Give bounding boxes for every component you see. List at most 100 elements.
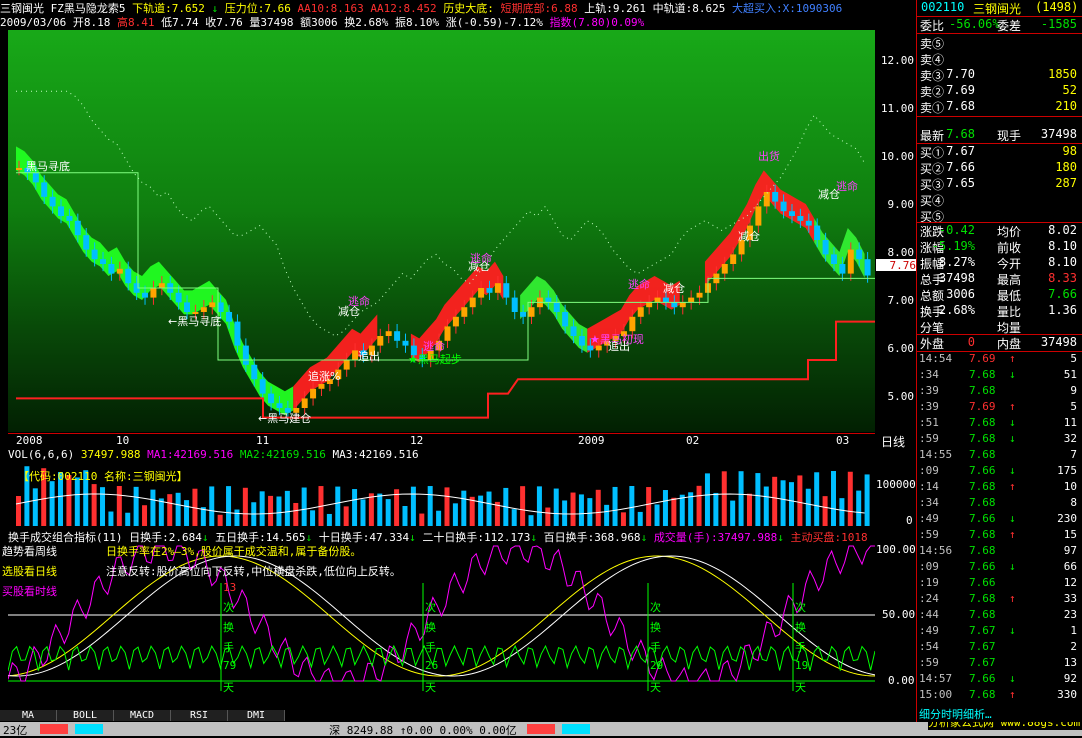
ind-line3: 买股看时线 bbox=[2, 585, 57, 598]
indicator-chart[interactable]: 趋势看周线 选股看日线 买股看时线 日换手率在2%–3%,股价属于成交温和,属于… bbox=[2, 543, 876, 694]
tick-time: :24 bbox=[919, 592, 939, 605]
xianshou-value: 37498 bbox=[1040, 127, 1077, 141]
volume-bar bbox=[234, 509, 240, 526]
cycle-text: 天 bbox=[223, 681, 234, 694]
volume-bar bbox=[578, 494, 584, 526]
ask-label: 卖④ bbox=[920, 53, 945, 67]
price-chart[interactable]: 黑马寻底 ←黑马寻底 ←黑马建仓 减仓 逃命 减仓 逃命 ★黑马起步 追涨% 追出 逃命 减仓 ★黑马初… bbox=[8, 30, 875, 432]
candle-body bbox=[578, 336, 585, 346]
volume-bar bbox=[528, 515, 534, 526]
stat-row: 涨幅 -5.19% 前收 8.10 bbox=[917, 239, 1082, 255]
tick-row: :14 7.68 ↑ 10 bbox=[917, 480, 1082, 496]
candle-body bbox=[66, 216, 73, 221]
tick-price: 7.68 bbox=[969, 544, 996, 557]
candle-body bbox=[788, 211, 795, 216]
tick-time: 14:57 bbox=[919, 672, 953, 685]
turnover-line-green bbox=[7, 644, 876, 672]
cycle-text: 换 bbox=[223, 621, 234, 634]
tick-time: :59 bbox=[919, 432, 939, 445]
chart-annotation: ←黑马寻底 bbox=[168, 314, 221, 328]
volume-bar bbox=[721, 471, 727, 526]
tick-time: 14:56 bbox=[919, 544, 953, 557]
candle-body bbox=[679, 302, 686, 308]
candle-body bbox=[318, 384, 325, 389]
tick-qty: 7 bbox=[1070, 448, 1077, 461]
bid-label: 买② bbox=[920, 162, 945, 176]
tick-price: 7.66 bbox=[969, 672, 996, 685]
info-open: 开8.18 bbox=[72, 16, 111, 29]
cycle-text: 次 bbox=[795, 601, 806, 614]
tick-arrow: ↑ bbox=[1009, 400, 1016, 413]
formula-header: 三钢闽光 FZ黑马隐龙索5 下轨道:7.652 ↓ 压力位:7.66 AA10:… bbox=[0, 0, 915, 15]
tab-dmi[interactable]: DMI bbox=[228, 710, 285, 721]
candle-body bbox=[595, 345, 602, 351]
candle-body bbox=[830, 254, 837, 264]
tab-boll[interactable]: BOLL bbox=[57, 710, 114, 721]
candle-body bbox=[310, 388, 317, 399]
tick-price: 7.66 bbox=[969, 464, 996, 477]
volume-bar bbox=[478, 495, 484, 526]
candle-body bbox=[125, 268, 132, 284]
tab-rsi[interactable]: RSI bbox=[171, 710, 228, 721]
candle-body bbox=[780, 201, 787, 212]
tick-price: 7.68 bbox=[969, 384, 996, 397]
np-label: 内盘 bbox=[997, 337, 1022, 351]
tick-row: :44 7.68 23 bbox=[917, 608, 1082, 624]
tick-price: 7.68 bbox=[969, 496, 996, 509]
candle-body bbox=[671, 302, 678, 308]
period-label[interactable]: 日线 bbox=[881, 433, 905, 450]
tick-row: :39 7.69 ↑ 5 bbox=[917, 400, 1082, 416]
status-left: 23亿 bbox=[3, 724, 28, 737]
tick-price: 7.68 bbox=[969, 480, 996, 493]
info-chg: 涨(-0.59)-7.12% bbox=[445, 16, 543, 29]
status-index: 深 8249.88 ↑0.00 0.00% 0.00亿 bbox=[329, 724, 517, 737]
stat-value: -0.42 bbox=[938, 223, 975, 237]
bid-label: 买③ bbox=[920, 178, 945, 192]
tab-ma[interactable]: MA bbox=[0, 710, 57, 721]
volume-chart[interactable]: 【代码:002110 名称:三钢闽光】 bbox=[8, 462, 875, 526]
wp-value: 0 bbox=[967, 335, 975, 349]
current-price: 7.76 bbox=[889, 259, 917, 272]
tick-time: :19 bbox=[919, 576, 939, 589]
bid-price: 7.66 bbox=[946, 160, 975, 174]
tick-qty: 230 bbox=[1057, 512, 1077, 525]
chart-annotation: 逃命 bbox=[348, 294, 370, 308]
candle-body bbox=[503, 283, 510, 298]
volume-bar bbox=[772, 476, 778, 526]
volume-bar bbox=[805, 488, 811, 526]
tab-macd[interactable]: MACD bbox=[114, 710, 171, 721]
candle-body bbox=[528, 307, 535, 317]
ind-note1: 日换手率在2%–3%,股价属于成交温和,属于备份股。 bbox=[106, 545, 362, 558]
volume-bar bbox=[360, 499, 366, 526]
tick-time: 14:54 bbox=[919, 352, 953, 365]
tick-price: 7.67 bbox=[969, 656, 996, 669]
candle-body bbox=[662, 297, 669, 303]
volume-bar bbox=[452, 503, 458, 526]
volume-bar bbox=[662, 490, 668, 526]
stat-label-2: 量比 bbox=[997, 305, 1022, 319]
bid-row: 买① 7.67 98 bbox=[917, 144, 1082, 160]
tick-arrow: ↑ bbox=[1009, 352, 1016, 365]
quote-footer[interactable]: 细分时明细析… bbox=[919, 706, 992, 722]
volume-bar bbox=[570, 492, 576, 526]
chart-annotation: 逃命 bbox=[423, 339, 445, 353]
candle-body bbox=[402, 340, 409, 346]
candle-body bbox=[116, 268, 123, 274]
candle-body bbox=[805, 220, 812, 226]
tick-qty: 5 bbox=[1070, 400, 1077, 413]
tick-arrow: ↓ bbox=[1009, 432, 1016, 445]
volume-bar bbox=[637, 511, 643, 526]
vol-ma3: MA3:42169.516 bbox=[332, 448, 419, 461]
volume-bar bbox=[268, 495, 274, 526]
ind-axis-0: 0.00 bbox=[888, 674, 915, 687]
date-label: 12 bbox=[410, 434, 424, 447]
cycle-text: 天 bbox=[650, 681, 661, 694]
weibi-value: -56.06% bbox=[949, 17, 1000, 31]
bid-label: 买① bbox=[920, 146, 945, 160]
chart-annotation: 减仓 bbox=[738, 229, 760, 243]
tick-row: :59 7.68 ↓ 32 bbox=[917, 432, 1082, 448]
code-name-label: 【代码:002110 名称:三钢闽光】 bbox=[18, 470, 188, 483]
candle-body bbox=[385, 331, 392, 336]
tick-time: :59 bbox=[919, 656, 939, 669]
volume-bar bbox=[788, 482, 794, 526]
